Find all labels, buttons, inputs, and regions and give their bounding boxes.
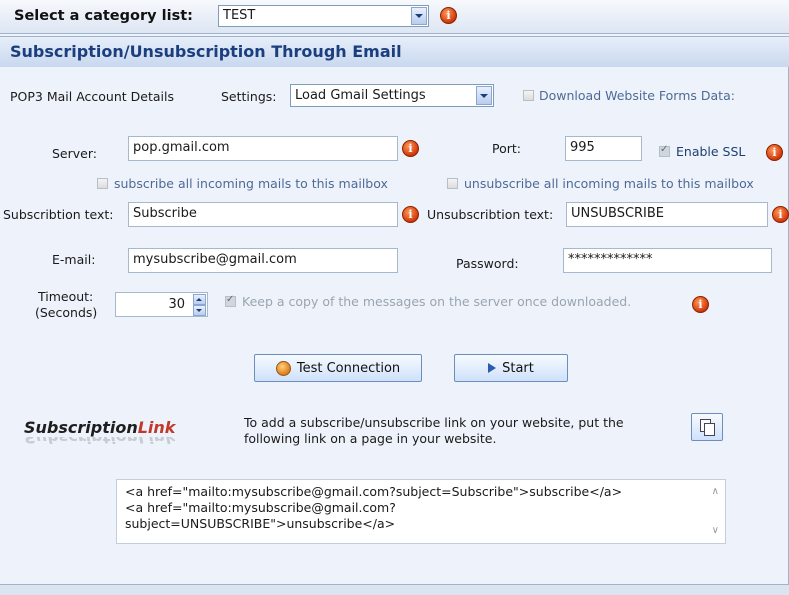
logo-part1: Subscription <box>24 418 138 437</box>
scroll-down-icon[interactable]: ∨ <box>712 523 719 539</box>
test-connection-label: Test Connection <box>296 360 401 376</box>
category-value: TEST <box>223 8 256 23</box>
enable-ssl-label: Enable SSL <box>676 144 746 159</box>
pop3-heading: POP3 Mail Account Details <box>10 89 174 104</box>
category-toolbar: Select a category list: TEST i <box>0 0 789 34</box>
start-button[interactable]: Start <box>454 354 568 382</box>
subscription-text-label: Subscribtion text: <box>3 207 114 222</box>
email-label: E-mail: <box>52 252 96 267</box>
settings-value: Load Gmail Settings <box>295 88 426 103</box>
start-label: Start <box>502 360 534 376</box>
link-help-line1: To add a subscribe/unsubscribe link on y… <box>244 415 624 430</box>
copy-button[interactable] <box>691 413 723 441</box>
code-line-2: <a href="mailto:mysubscribe@gmail.com? <box>125 500 396 515</box>
info-icon[interactable]: i <box>440 7 457 24</box>
link-help-line2: following link on a page in your website… <box>244 431 497 446</box>
server-label: Server: <box>52 146 97 161</box>
code-line-1: <a href="mailto:mysubscribe@gmail.com?su… <box>125 484 623 499</box>
info-icon[interactable]: i <box>402 206 419 223</box>
subscribe-all-checkbox[interactable] <box>97 178 108 189</box>
subscribe-all-label: subscribe all incoming mails to this mai… <box>114 176 388 191</box>
code-line-3: subject=UNSUBSCRIBE">unsubscribe</a> <box>125 516 396 531</box>
spin-up-icon[interactable] <box>193 294 206 305</box>
chevron-down-icon[interactable] <box>476 86 492 105</box>
info-icon[interactable]: i <box>402 140 419 157</box>
scroll-up-icon[interactable]: ∧ <box>712 484 719 500</box>
settings-label: Settings: <box>221 89 277 104</box>
unsubscribe-all-checkbox[interactable] <box>447 178 458 189</box>
section-title: Subscription/Unsubscription Through Emai… <box>10 42 402 61</box>
link-code-textarea[interactable]: <a href="mailto:mysubscribe@gmail.com?su… <box>116 479 726 544</box>
settings-select[interactable]: Load Gmail Settings <box>290 84 494 107</box>
connect-icon <box>275 360 291 376</box>
section-header: Subscription/Unsubscription Through Emai… <box>0 36 789 68</box>
subscription-text-input[interactable]: Subscribe <box>128 202 398 227</box>
logo-reflection-part1: Subscription <box>24 437 138 447</box>
keep-copy-label: Keep a copy of the messages on the serve… <box>242 294 632 309</box>
timeout-unit-label: (Seconds) <box>35 305 98 320</box>
test-connection-button[interactable]: Test Connection <box>254 354 422 382</box>
timeout-stepper[interactable]: 30 <box>115 292 208 317</box>
unsubscription-text-input[interactable]: UNSUBSCRIBE <box>566 202 768 227</box>
logo-reflection: SubscriptionLink <box>24 437 175 447</box>
port-input[interactable]: 995 <box>565 136 642 161</box>
unsubscription-text-label: Unsubscribtion text: <box>427 207 554 222</box>
password-input[interactable]: ************* <box>563 248 772 273</box>
timeout-value: 30 <box>168 297 185 312</box>
download-forms-checkbox[interactable] <box>523 90 534 101</box>
server-input[interactable]: pop.gmail.com <box>128 136 398 161</box>
category-select[interactable]: TEST <box>218 5 429 27</box>
unsubscribe-all-label: unsubscribe all incoming mails to this m… <box>464 176 754 191</box>
email-input[interactable]: mysubscribe@gmail.com <box>128 248 398 273</box>
info-icon[interactable]: i <box>766 144 783 161</box>
logo-reflection-part2: Link <box>137 437 176 447</box>
chevron-down-icon[interactable] <box>411 7 427 25</box>
play-icon <box>488 363 497 373</box>
download-forms-label: Download Website Forms Data: <box>539 88 735 103</box>
timeout-label: Timeout: <box>38 289 94 304</box>
info-icon[interactable]: i <box>772 206 789 223</box>
spin-down-icon[interactable] <box>193 305 206 316</box>
enable-ssl-checkbox[interactable] <box>659 144 670 157</box>
port-label: Port: <box>492 141 521 156</box>
keep-copy-checkbox[interactable] <box>225 294 236 307</box>
logo-part2: Link <box>137 418 176 437</box>
category-label: Select a category list: <box>14 8 193 24</box>
copy-icon <box>700 419 715 436</box>
password-label: Password: <box>456 256 519 271</box>
subscriptionlink-logo: SubscriptionLink SubscriptionLink <box>24 418 175 447</box>
info-icon[interactable]: i <box>692 296 709 313</box>
bottom-splitter[interactable] <box>0 584 789 595</box>
